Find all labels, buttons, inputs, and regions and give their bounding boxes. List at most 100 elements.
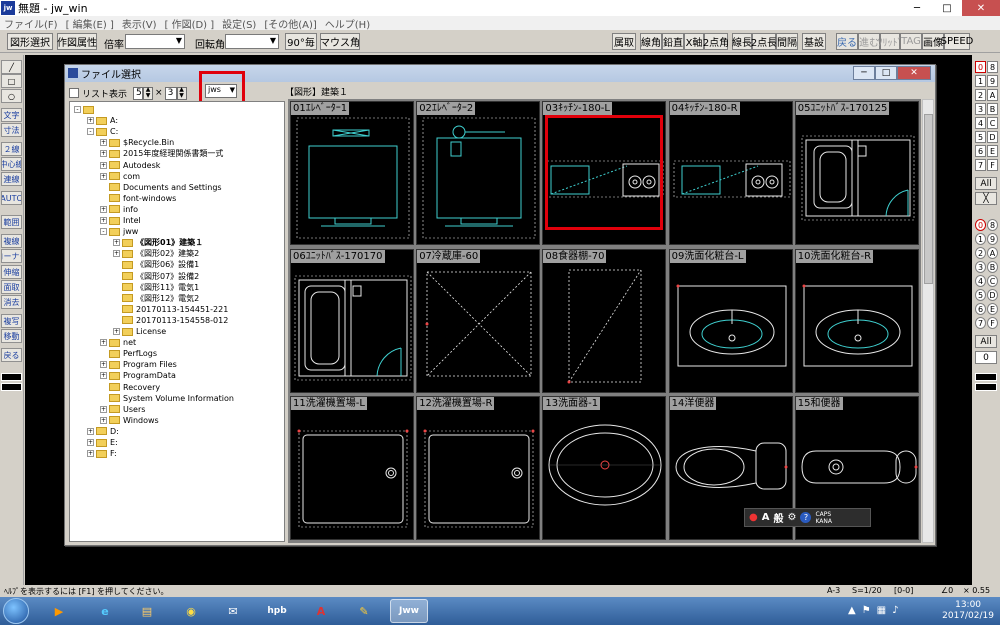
tree-node[interactable]: - jww bbox=[100, 226, 138, 237]
extend-tool-button[interactable]: 伸縮 bbox=[1, 265, 22, 279]
layer-9[interactable]: 9 bbox=[987, 233, 998, 245]
maximize-button[interactable]: □ bbox=[932, 0, 962, 16]
collapse-icon[interactable]: - bbox=[74, 106, 81, 113]
layer-f[interactable]: F bbox=[987, 317, 998, 329]
menu-edit[interactable]: [ 編集(E) ] bbox=[66, 16, 114, 31]
expand-icon[interactable]: + bbox=[87, 117, 94, 125]
menu-view[interactable]: 表示(V) bbox=[122, 16, 157, 31]
menu-settings[interactable]: 設定(S) bbox=[222, 16, 256, 31]
speed-button[interactable]: SPEED bbox=[941, 33, 973, 50]
layer-group-6[interactable]: 6 bbox=[975, 145, 986, 157]
line-tool-icon[interactable]: ╱ bbox=[1, 60, 22, 74]
dialog-close-button[interactable]: ✕ bbox=[897, 66, 931, 80]
layer-d[interactable]: D bbox=[987, 289, 998, 301]
two-point-angle-button[interactable]: 2点角 bbox=[703, 33, 729, 50]
tree-node[interactable]: + ProgramData bbox=[100, 370, 176, 381]
menu-other[interactable]: [その他(A)] bbox=[264, 16, 316, 31]
scale-combo[interactable] bbox=[125, 34, 185, 49]
layer-zero-button[interactable]: 0 bbox=[975, 351, 997, 364]
tree-node[interactable]: + Intel bbox=[100, 215, 141, 226]
tray-network-icon[interactable]: ▦ bbox=[877, 605, 886, 616]
range-tool-button[interactable]: 範囲 bbox=[1, 215, 22, 229]
expand-icon[interactable]: + bbox=[100, 161, 107, 169]
tree-node[interactable]: 《図形07》設備2 bbox=[113, 271, 199, 282]
layer-group-4[interactable]: 4 bbox=[975, 117, 986, 129]
layer-group-1[interactable]: 1 bbox=[975, 75, 986, 87]
draw-attr-button[interactable]: 作図属性 bbox=[57, 33, 97, 50]
tree-node[interactable]: 20170113-154451-221 bbox=[113, 304, 228, 315]
thumbnail-cell[interactable]: 10洗面化粧台-R bbox=[794, 248, 919, 393]
expand-icon[interactable]: + bbox=[100, 217, 107, 224]
tree-node[interactable]: Documents and Settings bbox=[100, 182, 222, 193]
expand-icon[interactable]: + bbox=[100, 139, 107, 147]
expand-icon[interactable]: + bbox=[100, 405, 107, 413]
tree-node[interactable]: - C: bbox=[87, 126, 118, 137]
circle-tool-icon[interactable]: ○ bbox=[1, 89, 22, 103]
undo-button[interactable]: 戻る bbox=[836, 33, 858, 50]
thumbnail-cell[interactable]: 06ﾕﾆｯﾄﾊﾞｽ-170170 bbox=[290, 248, 414, 393]
ime-help-icon[interactable]: ? bbox=[800, 512, 812, 523]
layer-4[interactable]: 4 bbox=[975, 275, 986, 287]
menu-draw[interactable]: [ 作図(D) ] bbox=[165, 16, 215, 31]
line-type-swatch[interactable] bbox=[1, 383, 22, 391]
angle-combo[interactable] bbox=[225, 34, 279, 49]
layer-group-7[interactable]: 7 bbox=[975, 159, 986, 171]
base-set-button[interactable]: 基設 bbox=[802, 33, 826, 50]
expand-icon[interactable]: + bbox=[113, 239, 120, 247]
jww-taskbar-button[interactable]: Jww bbox=[390, 599, 428, 623]
layer-group-all-button[interactable]: All bbox=[975, 177, 997, 190]
cols-input[interactable]: 5 bbox=[133, 86, 144, 100]
expand-icon[interactable]: + bbox=[100, 416, 107, 424]
tree-node[interactable]: + info bbox=[100, 204, 138, 215]
ime-kanji[interactable]: 般 bbox=[773, 510, 783, 525]
expand-icon[interactable]: + bbox=[87, 450, 94, 458]
tree-node[interactable]: 《図形06》設備1 bbox=[113, 259, 199, 270]
dialog-minimize-button[interactable]: ─ bbox=[853, 66, 875, 80]
layer-e[interactable]: E bbox=[987, 303, 998, 315]
corner-tool-button[interactable]: コーナー bbox=[1, 249, 22, 263]
mail-icon[interactable]: ✉ bbox=[214, 599, 252, 623]
attr-get-button[interactable]: 属取 bbox=[612, 33, 636, 50]
solid-button[interactable]: ｿﾘｯﾄﾞ bbox=[878, 33, 903, 50]
layer-group-d[interactable]: D bbox=[987, 131, 998, 143]
tree-node[interactable]: + D: bbox=[87, 426, 119, 437]
erase-tool-button[interactable]: 消去 bbox=[1, 295, 22, 309]
center-line-tool-button[interactable]: 中心線 bbox=[1, 157, 22, 171]
status-ratio[interactable]: × 0.55 bbox=[963, 586, 990, 595]
thumbnail-cell[interactable]: 02ｴﾚﾍﾞｰﾀｰ2 bbox=[416, 101, 541, 245]
start-button[interactable] bbox=[3, 598, 29, 624]
tray-volume-icon[interactable]: ♪ bbox=[892, 605, 898, 616]
expand-icon[interactable]: + bbox=[100, 339, 107, 347]
tree-node[interactable]: + 《図形01》建築１ bbox=[113, 237, 203, 248]
layer-group-9[interactable]: 9 bbox=[987, 75, 998, 87]
layer-group-8[interactable]: 8 bbox=[987, 61, 998, 73]
layer-group-b[interactable]: B bbox=[987, 103, 998, 115]
hpb-icon[interactable]: hpb bbox=[258, 599, 296, 623]
mouse-angle-button[interactable]: マウス角 bbox=[320, 33, 360, 50]
folder-tree[interactable]: - + A: - C: + $Recycle.Bin +2015年度経理関係書類一式 + Auto… bbox=[69, 101, 285, 542]
tree-node[interactable]: + Users bbox=[100, 404, 145, 415]
tree-node[interactable]: - bbox=[74, 104, 97, 115]
tree-node[interactable]: 《図形12》電気2 bbox=[113, 293, 199, 304]
expand-icon[interactable]: + bbox=[100, 205, 107, 213]
layer-0[interactable]: 0 bbox=[975, 219, 986, 231]
layer-group-a[interactable]: A bbox=[987, 89, 998, 101]
ime-toolbar[interactable]: ● A 般 ⚙ ? CAPS KANA bbox=[744, 508, 871, 527]
expand-icon[interactable]: + bbox=[100, 372, 107, 380]
rows-spinner[interactable]: ▲ ▼ bbox=[176, 86, 187, 100]
double-line-tool-button[interactable]: ２線 bbox=[1, 142, 22, 156]
layer-b[interactable]: B bbox=[987, 261, 998, 273]
two-point-length-button[interactable]: 2点長 bbox=[751, 33, 777, 50]
status-scale[interactable]: S=1/20 bbox=[852, 586, 882, 595]
thumbnail-cell[interactable]: 09洗面化粧台-L bbox=[668, 248, 793, 393]
layer-group-c[interactable]: C bbox=[987, 117, 998, 129]
offset-tool-button[interactable]: 複線 bbox=[1, 234, 22, 248]
ime-settings-icon[interactable]: ⚙ bbox=[787, 512, 796, 523]
tree-node[interactable]: + $Recycle.Bin bbox=[100, 137, 174, 148]
thumbnail-cell[interactable]: 11洗濯機置場-L bbox=[290, 396, 414, 540]
ime-mode[interactable]: A bbox=[762, 512, 770, 523]
status-angle[interactable]: ∠0 bbox=[941, 586, 953, 595]
close-button[interactable]: ✕ bbox=[962, 0, 1000, 16]
line-length-button[interactable]: 線長 bbox=[732, 33, 752, 50]
layer-5[interactable]: 5 bbox=[975, 289, 986, 301]
